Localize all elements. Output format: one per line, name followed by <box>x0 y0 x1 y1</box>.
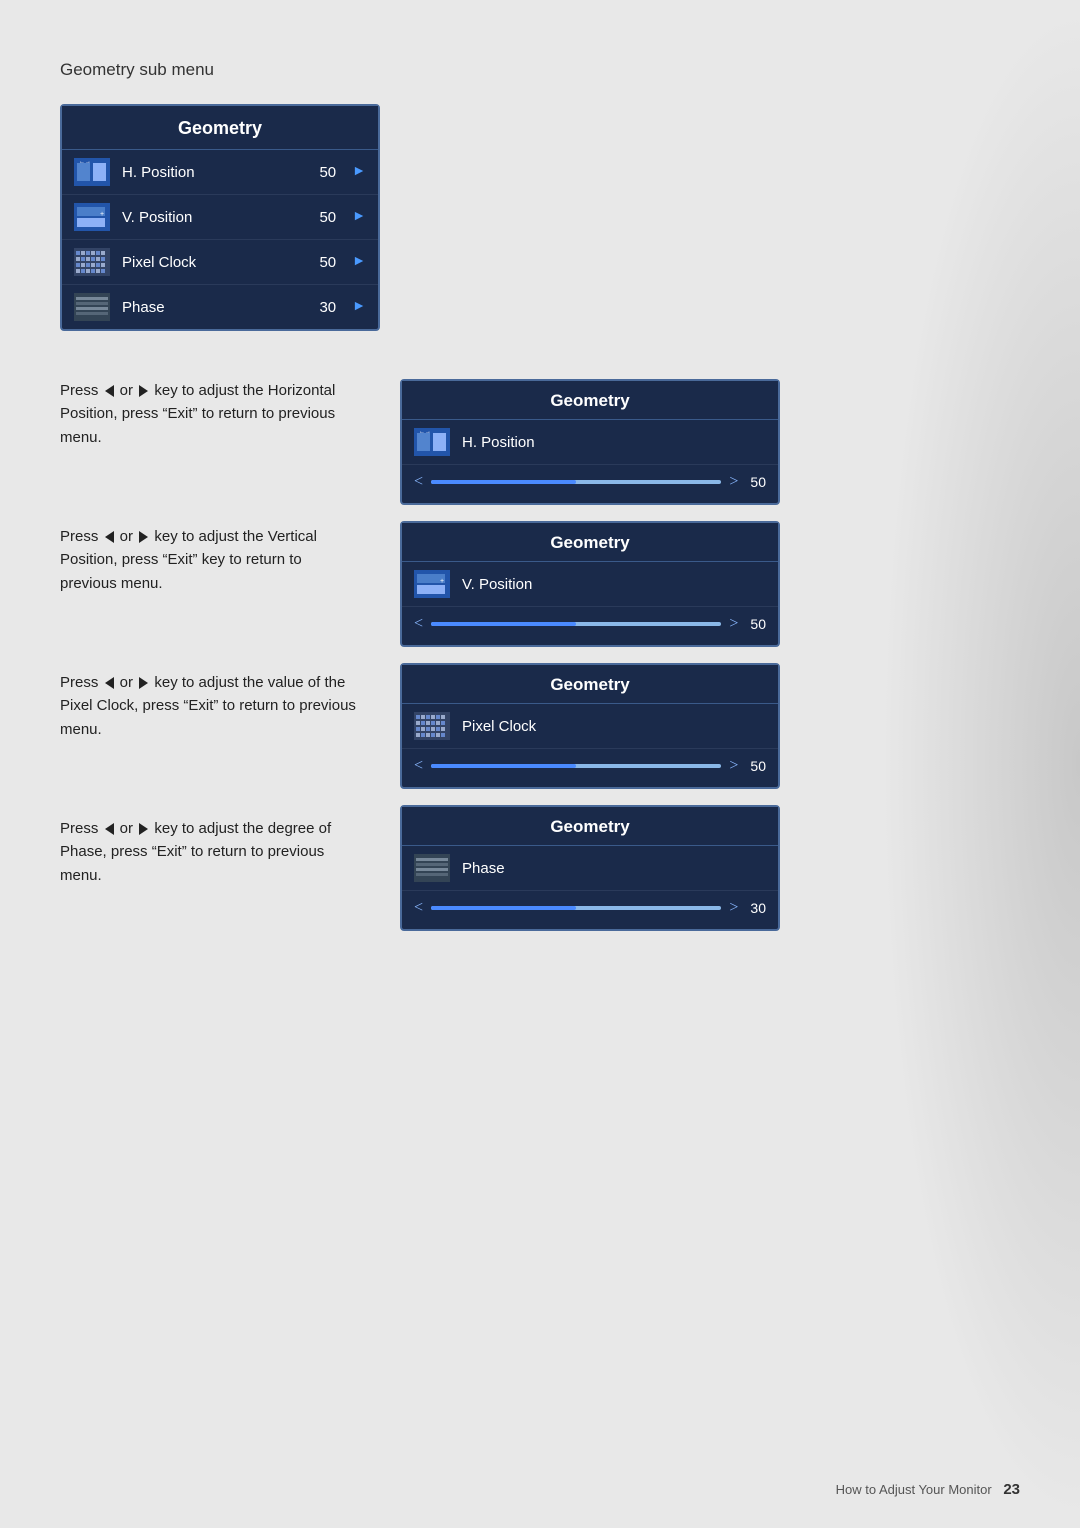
footer-label: How to Adjust Your Monitor <box>836 1482 992 1497</box>
phase-value: 30 <box>319 299 336 316</box>
sub-hposition-title: Geometry <box>402 381 778 420</box>
left-arrow-2 <box>105 531 114 543</box>
sub-hposition-item: ←→ H. Position <box>402 420 778 465</box>
sub-vposition-value: 50 <box>750 616 766 632</box>
sub-pixelclock-value: 50 <box>750 758 766 774</box>
v-position-icon: + <box>74 203 110 231</box>
sub-phase-fill <box>431 906 576 910</box>
sub-vposition-label: V. Position <box>462 576 532 593</box>
sub-phase-title: Geometry <box>402 807 778 846</box>
pixelclock-arrow: ► <box>352 254 366 270</box>
section-title: Geometry sub menu <box>60 60 1020 80</box>
hposition-description: Press or key to adjust the Horizontal Po… <box>60 379 360 449</box>
hposition-value: 50 <box>319 164 336 181</box>
sub-phase-track <box>431 906 721 910</box>
sub-panels: Geometry ←→ H. Position < <box>400 379 780 947</box>
phase-label: Phase <box>122 299 307 316</box>
phase-arrow: ► <box>352 299 366 315</box>
right-arrow-1 <box>139 385 148 397</box>
sub-vposition-track <box>431 622 721 626</box>
vposition-arrow: ► <box>352 209 366 225</box>
pixel-clock-icon <box>74 248 110 276</box>
right-arrow-4 <box>139 823 148 835</box>
sub-vposition-title: Geometry <box>402 523 778 562</box>
page-footer: How to Adjust Your Monitor 23 <box>836 1481 1020 1498</box>
menu-row-phase: Phase 30 ► <box>62 285 378 329</box>
sub-phase-icon <box>414 854 450 882</box>
sub-hposition-left-arrow: < <box>414 473 423 491</box>
sub-phase-slider-row: < > 30 <box>402 891 778 929</box>
sub-pixelclock-right-arrow: > <box>729 757 738 775</box>
left-arrow-4 <box>105 823 114 835</box>
sub-h-position-icon: ←→ <box>414 428 450 456</box>
sub-pixelclock-fill <box>431 764 576 768</box>
right-arrow-3 <box>139 677 148 689</box>
sub-panel-vposition: Geometry + V. Position < <box>400 521 780 647</box>
vposition-label: V. Position <box>122 209 307 226</box>
pixelclock-description: Press or key to adjust the value of the … <box>60 671 360 741</box>
hposition-label: H. Position <box>122 164 307 181</box>
hposition-arrow: ► <box>352 164 366 180</box>
sub-pixelclock-left-arrow: < <box>414 757 423 775</box>
left-arrow-1 <box>105 385 114 397</box>
sub-pixelclock-label: Pixel Clock <box>462 718 536 735</box>
svg-text:←→: ←→ <box>79 159 91 165</box>
sub-vposition-fill <box>431 622 576 626</box>
svg-text:←→: ←→ <box>419 429 431 435</box>
pixelclock-value: 50 <box>319 254 336 271</box>
sub-hposition-fill <box>431 480 576 484</box>
sub-v-position-icon: + <box>414 570 450 598</box>
page-content: Geometry sub menu Geometry ←→ H. P <box>60 60 1020 1468</box>
sub-phase-left-arrow: < <box>414 899 423 917</box>
sub-hposition-slider-row: < > 50 <box>402 465 778 503</box>
text-block-vposition: Press or key to adjust the Vertical Posi… <box>60 525 360 655</box>
sub-pixelclock-title: Geometry <box>402 665 778 704</box>
sub-vposition-slider-row: < > 50 <box>402 607 778 645</box>
h-position-icon: ←→ <box>74 158 110 186</box>
sub-panel-hposition: Geometry ←→ H. Position < <box>400 379 780 505</box>
sub-pixelclock-slider-row: < > 50 <box>402 749 778 787</box>
sub-pixel-clock-icon <box>414 712 450 740</box>
main-menu-title: Geometry <box>62 106 378 150</box>
sub-phase-right-arrow: > <box>729 899 738 917</box>
phase-icon <box>74 293 110 321</box>
vposition-value: 50 <box>319 209 336 226</box>
vposition-description: Press or key to adjust the Vertical Posi… <box>60 525 360 595</box>
svg-text:+: + <box>100 211 104 218</box>
menu-row-pixelclock: Pixel Clock 50 ► <box>62 240 378 285</box>
sub-vposition-left-arrow: < <box>414 615 423 633</box>
sub-phase-label: Phase <box>462 860 505 877</box>
left-arrow-3 <box>105 677 114 689</box>
text-blocks: Press or key to adjust the Horizontal Po… <box>60 379 360 947</box>
text-block-hposition: Press or key to adjust the Horizontal Po… <box>60 379 360 509</box>
page-number: 23 <box>1003 1481 1020 1498</box>
sub-phase-value: 30 <box>750 900 766 916</box>
sub-hposition-value: 50 <box>750 474 766 490</box>
sub-pixelclock-track <box>431 764 721 768</box>
text-block-pixelclock: Press or key to adjust the value of the … <box>60 671 360 801</box>
menu-row-hposition: ←→ H. Position 50 ► <box>62 150 378 195</box>
main-osd-menu: Geometry ←→ H. Position 50 ► <box>60 104 380 363</box>
sub-phase-item: Phase <box>402 846 778 891</box>
svg-text:+: + <box>440 578 444 585</box>
sub-hposition-right-arrow: > <box>729 473 738 491</box>
sub-vposition-item: + V. Position <box>402 562 778 607</box>
sub-hposition-track <box>431 480 721 484</box>
sub-hposition-label: H. Position <box>462 434 535 451</box>
phase-description: Press or key to adjust the degree of Pha… <box>60 817 360 887</box>
sub-panel-pixelclock: Geometry <box>400 663 780 789</box>
menu-row-vposition: + V. Position 50 ► <box>62 195 378 240</box>
text-block-phase: Press or key to adjust the degree of Pha… <box>60 817 360 947</box>
pixelclock-label: Pixel Clock <box>122 254 307 271</box>
sub-pixelclock-item: Pixel Clock <box>402 704 778 749</box>
right-arrow-2 <box>139 531 148 543</box>
sub-panel-phase: Geometry Phase < <box>400 805 780 931</box>
sub-vposition-right-arrow: > <box>729 615 738 633</box>
